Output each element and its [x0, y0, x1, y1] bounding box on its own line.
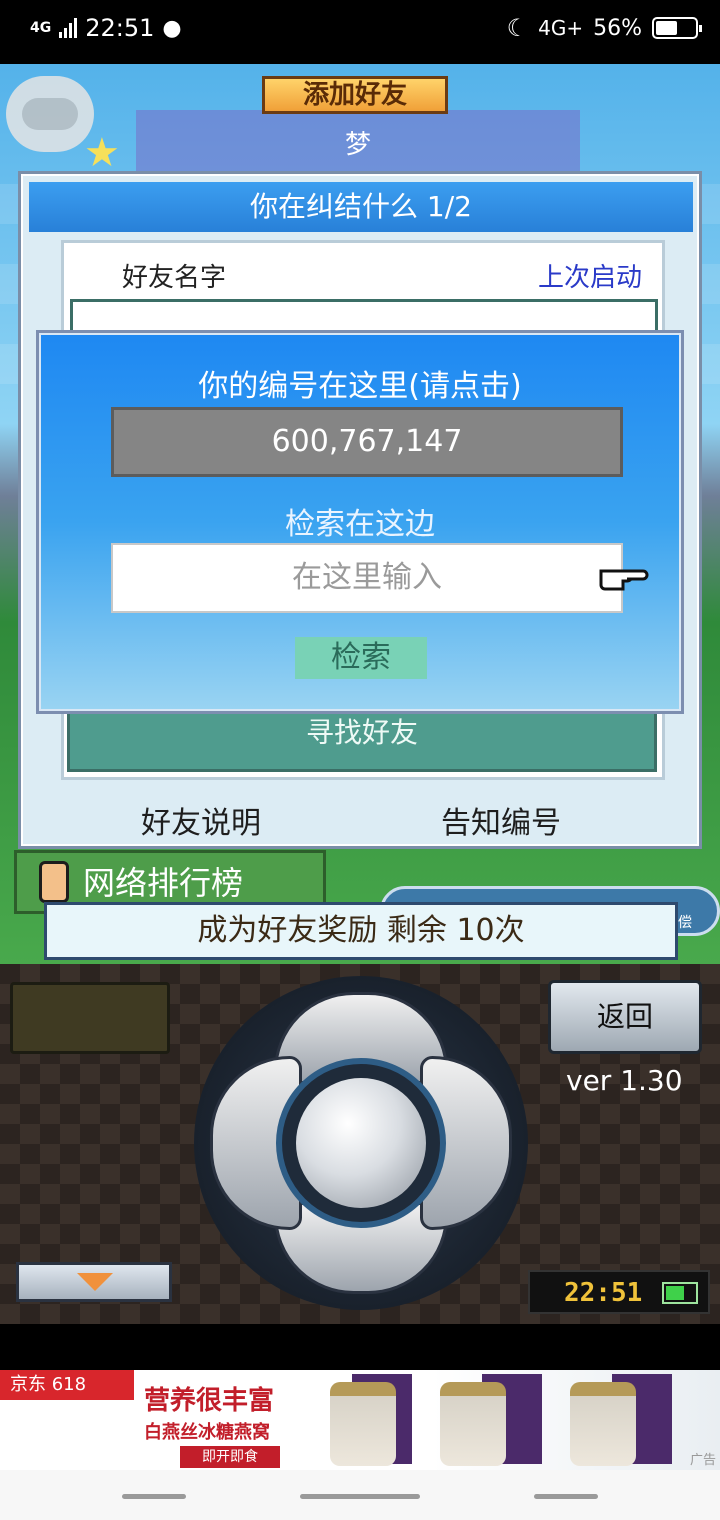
background-pill-label: 偿: [678, 915, 692, 931]
ad-cta: 即开即食: [180, 1446, 280, 1468]
background-title: 梦: [344, 130, 371, 160]
scroll-down-button[interactable]: [16, 1262, 172, 1302]
search-button[interactable]: 检索: [295, 637, 427, 679]
mobile-data-label: 4G+: [538, 16, 584, 40]
hand-pointer-icon: [599, 569, 649, 591]
star-icon: ★: [84, 130, 120, 176]
game-battery-icon: [662, 1282, 698, 1304]
friend-reward-banner: 成为好友奖励 剩余 10次: [44, 902, 678, 960]
game-battery-fill: [666, 1286, 684, 1300]
down-arrow-icon: [77, 1273, 113, 1291]
console-panel: 返回 ver 1.30 22:51: [0, 964, 720, 1324]
battery-fill: [656, 21, 677, 35]
product-jar: [440, 1382, 506, 1466]
nav-home-button[interactable]: [300, 1494, 420, 1499]
friend-help-button[interactable]: 好友说明: [141, 798, 261, 842]
product-jar: [330, 1382, 396, 1466]
lcd-panel: [10, 982, 170, 1054]
search-input[interactable]: 在这里输入: [111, 543, 623, 613]
nav-menu-button[interactable]: [122, 1494, 186, 1499]
dpad: [194, 976, 528, 1310]
ad-product-name: 白燕丝冰糖燕窝: [144, 1422, 270, 1443]
navigation-bar: [0, 1470, 720, 1520]
status-bar: 4G 22:51 ● ☾ 4G+ 56%: [0, 0, 720, 64]
signal-icon: [59, 18, 78, 38]
column-last-launch[interactable]: 上次启动: [538, 257, 642, 294]
ad-label: 广告: [689, 1453, 716, 1468]
clock-time: 22:51: [85, 14, 155, 42]
product-jar: [570, 1382, 636, 1466]
gamepad-icon[interactable]: [6, 76, 94, 152]
player-sprite-icon: [39, 861, 69, 903]
column-friend-name: 好友名字: [122, 263, 227, 293]
version-label: ver 1.30: [566, 1064, 683, 1097]
game-clock-time: 22:51: [564, 1278, 643, 1308]
add-friend-tab[interactable]: 添加好友: [262, 76, 448, 114]
game-clock: 22:51: [528, 1270, 710, 1314]
game-scene: ★ 梦 添加好友 你在纠结什么 1/2 好友名字 上次启动 寻找好友 好友说明 …: [0, 64, 720, 964]
dpad-center-button[interactable]: [276, 1058, 446, 1228]
battery-icon: [652, 17, 702, 39]
id-heading: 你的编号在这里(请点击): [198, 369, 522, 404]
back-button[interactable]: 返回: [548, 980, 702, 1054]
my-id-box[interactable]: 600,767,147: [111, 407, 623, 477]
ad-store-label: 京东 618: [0, 1370, 134, 1400]
moon-icon: ☾: [506, 14, 529, 42]
tell-id-button[interactable]: 告知编号: [441, 798, 561, 842]
ad-headline: 营养很丰富: [144, 1386, 275, 1416]
online-rankings-label: 网络排行榜: [83, 864, 244, 902]
dialog-title: 你在纠结什么 1/2: [29, 182, 693, 232]
search-heading: 检索在这边: [285, 507, 435, 542]
ad-banner[interactable]: 京东 618 营养很丰富 白燕丝冰糖燕窝 即开即食 广告: [0, 1370, 720, 1470]
letterbox-gap: [0, 1324, 720, 1370]
network-label: 4G: [30, 20, 52, 36]
nav-back-button[interactable]: [534, 1494, 598, 1499]
id-search-popup: 你的编号在这里(请点击) 600,767,147 检索在这边 在这里输入 检索: [36, 330, 684, 714]
battery-percent: 56%: [593, 15, 642, 41]
qq-penguin-icon: ●: [162, 15, 182, 41]
